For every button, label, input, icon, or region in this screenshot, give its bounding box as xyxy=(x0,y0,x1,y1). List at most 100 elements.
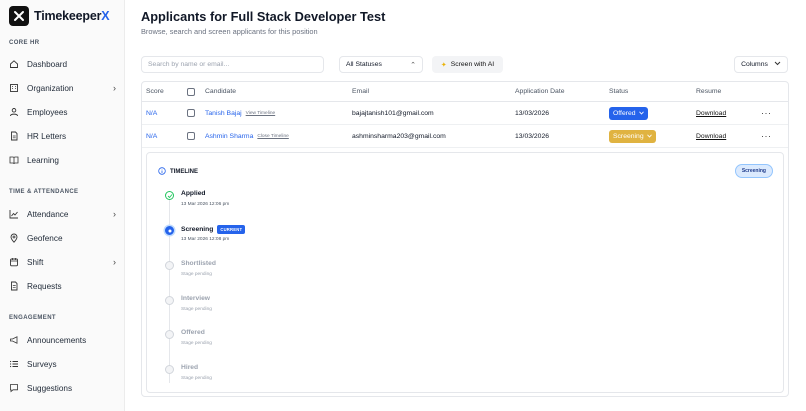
row-select[interactable] xyxy=(187,125,195,147)
sidebar-item-label: Dashboard xyxy=(27,59,68,69)
status-filter-value: All Statuses xyxy=(346,61,382,68)
chevron-right-icon: › xyxy=(113,257,116,267)
sidebar-item-hr-letters[interactable]: HR Letters xyxy=(9,127,116,145)
applicants-table: Score Candidate Email Application Date S… xyxy=(141,81,789,397)
table-row[interactable]: N/A Tanish Bajaj View Timeline bajajtani… xyxy=(142,102,788,125)
sidebar-item-label: Learning xyxy=(27,155,59,165)
timeline-panel: TIMELINE Screening Applied 13 Mar 2026 1… xyxy=(146,152,784,393)
sidebar-item-announcements[interactable]: Announcements xyxy=(9,331,116,349)
home-icon xyxy=(9,59,19,69)
stage-name: Interview xyxy=(181,295,210,302)
sidebar-item-surveys[interactable]: Surveys xyxy=(9,355,116,373)
columns-button[interactable]: Columns xyxy=(734,56,788,73)
sidebar-item-label: Surveys xyxy=(27,359,57,369)
current-stage-icon xyxy=(165,226,174,235)
screen-with-ai-label: Screen with AI xyxy=(450,61,495,68)
sidebar-item-label: Geofence xyxy=(27,233,63,243)
info-icon xyxy=(158,167,166,177)
sidebar-item-suggestions[interactable]: Suggestions xyxy=(9,379,116,397)
header-score[interactable]: Score xyxy=(146,82,164,101)
search-input[interactable] xyxy=(141,56,324,73)
stage-name: Offered xyxy=(181,329,205,336)
sidebar-item-geofence[interactable]: Geofence xyxy=(9,229,116,247)
main-content: Applicants for Full Stack Developer Test… xyxy=(125,0,806,411)
header-resume[interactable]: Resume xyxy=(696,82,721,101)
chevron-right-icon: › xyxy=(113,83,116,93)
sidebar-item-shift[interactable]: Shift › xyxy=(9,253,116,271)
status-badge[interactable]: Screening xyxy=(609,129,656,143)
stage-name: Shortlisted xyxy=(181,260,216,267)
email-cell: ashminsharma203@gmail.com xyxy=(352,132,446,140)
current-tag: CURRENT xyxy=(217,225,246,234)
header-application-date[interactable]: Application Date xyxy=(515,82,565,101)
table-row[interactable]: N/A Ashmin Sharma Close Timeline ashmins… xyxy=(142,125,788,148)
stage-name-text: Shortlisted xyxy=(181,260,216,267)
stage-meta: Stage pending xyxy=(181,376,212,381)
sparkle-icon: ✦ xyxy=(440,61,447,69)
view-timeline-link[interactable]: View Timeline xyxy=(246,111,276,116)
book-icon xyxy=(9,155,19,165)
stage-meta: Stage pending xyxy=(181,272,212,277)
sidebar-item-label: Suggestions xyxy=(27,383,73,393)
more-actions-button[interactable]: ··· xyxy=(761,125,772,147)
date-cell: 13/03/2026 xyxy=(515,132,550,140)
stage-name: Applied xyxy=(181,190,206,197)
stage-name-text: Hired xyxy=(181,364,199,371)
sidebar-item-label: Employees xyxy=(27,107,68,117)
candidate-name-link[interactable]: Ashmin Sharma xyxy=(205,133,253,140)
stage-name-text: Screening xyxy=(181,226,214,233)
sidebar-item-organization[interactable]: Organization › xyxy=(9,79,116,97)
sidebar-item-attendance[interactable]: Attendance › xyxy=(9,205,116,223)
brand-name: TimekeeperX xyxy=(34,9,110,23)
status-badge[interactable]: Offered xyxy=(609,106,648,120)
sidebar-item-dashboard[interactable]: Dashboard xyxy=(9,55,116,73)
sidebar-item-requests[interactable]: Requests xyxy=(9,277,116,295)
megaphone-icon xyxy=(9,335,19,345)
select-all-checkbox[interactable] xyxy=(187,87,195,96)
stage-name-text: Offered xyxy=(181,329,205,336)
candidate-name-link[interactable]: Tanish Bajaj xyxy=(205,110,242,117)
header-candidate[interactable]: Candidate xyxy=(205,82,236,101)
close-timeline-link[interactable]: Close Timeline xyxy=(257,134,288,139)
stage-meta: 13 Mar 2026 12:06 pm xyxy=(181,202,230,207)
status-filter-select[interactable]: All Statuses ⌃ xyxy=(339,56,423,73)
row-select[interactable] xyxy=(187,102,195,124)
sidebar-item-employees[interactable]: Employees xyxy=(9,103,116,121)
building-icon xyxy=(9,83,19,93)
candidate-cell: Ashmin Sharma Close Timeline xyxy=(205,125,289,147)
header-select-all[interactable] xyxy=(187,82,195,101)
columns-label: Columns xyxy=(741,61,768,68)
sidebar-item-label: Organization xyxy=(27,83,74,93)
header-email[interactable]: Email xyxy=(352,82,369,101)
resume-download-link[interactable]: Download xyxy=(696,125,726,147)
calendar-icon xyxy=(9,257,19,267)
sidebar-item-label: Requests xyxy=(27,281,62,291)
brand-name-accent: X xyxy=(101,9,110,23)
status-badge-label: Offered xyxy=(613,109,636,117)
section-label-time-attendance: TIME & ATTENDANCE xyxy=(9,189,79,195)
row-checkbox[interactable] xyxy=(187,132,195,140)
screen-with-ai-button[interactable]: ✦ Screen with AI xyxy=(432,56,503,73)
timeline-title: TIMELINE xyxy=(170,169,198,175)
brand[interactable]: TimekeeperX xyxy=(9,6,110,26)
check-circle-icon xyxy=(165,191,174,200)
resume-download-link[interactable]: Download xyxy=(696,102,726,124)
score-value[interactable]: N/A xyxy=(146,102,157,124)
list-icon xyxy=(9,359,19,369)
document-icon xyxy=(9,281,19,291)
table-header: Score Candidate Email Application Date S… xyxy=(142,82,788,102)
sidebar: TimekeeperX CORE HR Dashboard Organizati… xyxy=(0,0,125,411)
sidebar-item-learning[interactable]: Learning xyxy=(9,151,116,169)
users-icon xyxy=(9,107,19,117)
chevron-updown-icon: ⌃ xyxy=(410,61,416,69)
sidebar-item-label: Attendance xyxy=(27,209,69,219)
row-checkbox[interactable] xyxy=(187,109,195,117)
pending-stage-icon xyxy=(165,261,174,270)
score-value[interactable]: N/A xyxy=(146,125,157,147)
sidebar-item-label: Announcements xyxy=(27,335,87,345)
header-status[interactable]: Status xyxy=(609,82,628,101)
pending-stage-icon xyxy=(165,296,174,305)
more-actions-button[interactable]: ··· xyxy=(761,102,772,124)
timeline-status-badge: Screening xyxy=(734,164,773,178)
page-title: Applicants for Full Stack Developer Test xyxy=(141,9,386,24)
